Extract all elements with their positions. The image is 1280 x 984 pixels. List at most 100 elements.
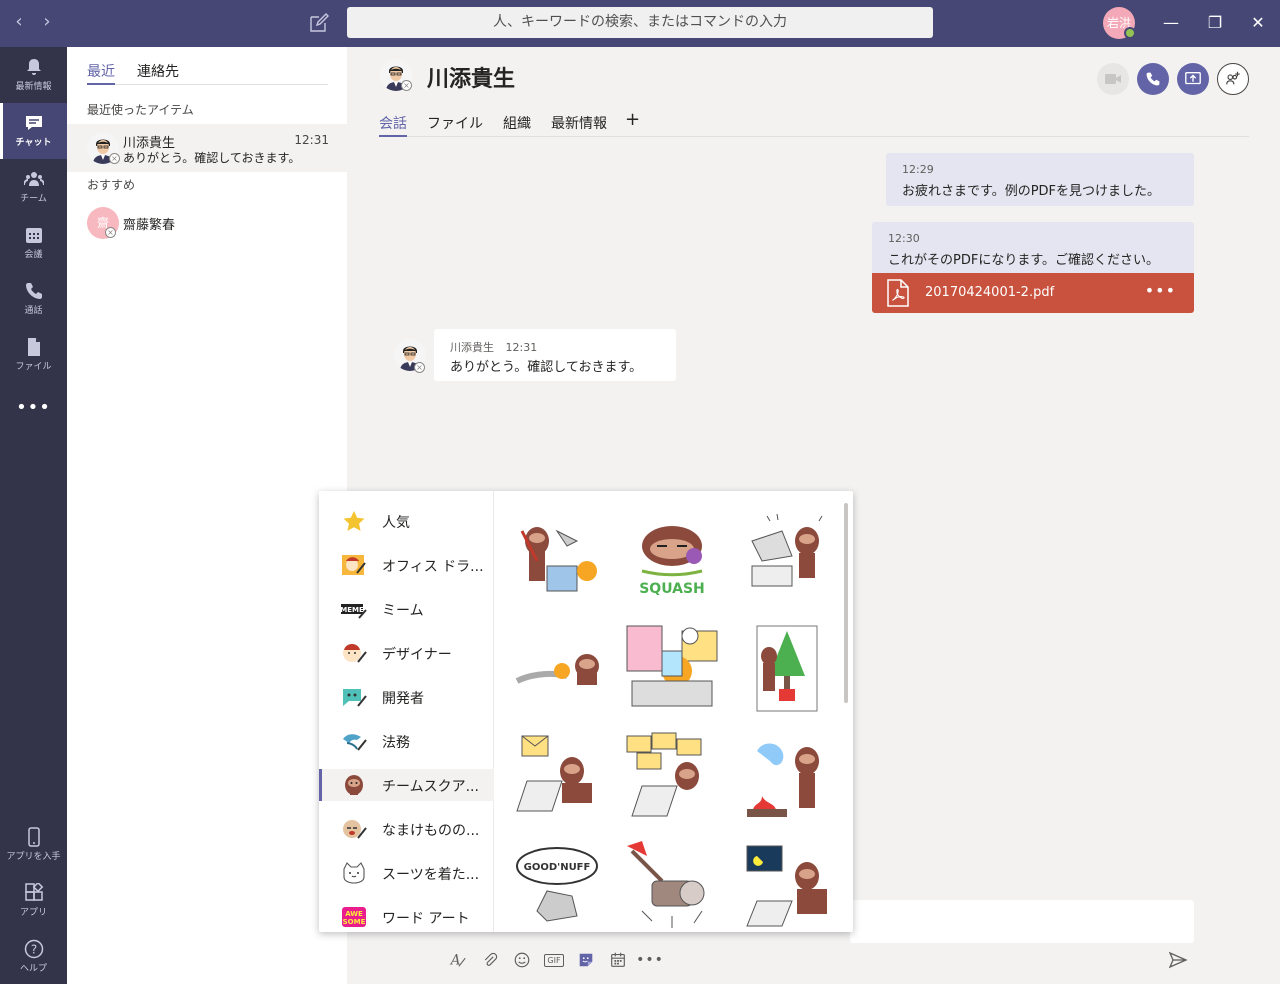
- sticker-picker: 人気 オフィス ドラ... MEME ミーム デザイナー 開発者 法務 チームス…: [319, 491, 853, 932]
- rail-apps[interactable]: アプリ: [0, 873, 67, 929]
- rail-label: ファイル: [15, 362, 52, 372]
- presence-offline-icon: ×: [109, 153, 120, 164]
- message-text: これがそのPDFになります。ご確認ください。: [888, 253, 1160, 268]
- emoji-icon[interactable]: [511, 950, 533, 970]
- restore-icon[interactable]: ❐: [1204, 12, 1226, 34]
- rail-label: ヘルプ: [19, 964, 47, 974]
- audio-call-button[interactable]: [1137, 63, 1169, 95]
- svg-text:GOOD'NUFF: GOOD'NUFF: [524, 862, 591, 873]
- conversation-header: × 川添貴生 会話 ファイル 組織 最新情報 +: [347, 47, 1280, 139]
- developer-icon: [343, 689, 367, 707]
- message-time: 12:30: [888, 232, 920, 245]
- add-people-button[interactable]: [1217, 63, 1249, 95]
- sticker-category-popular[interactable]: 人気: [319, 505, 494, 537]
- tab-conversation[interactable]: 会話: [379, 113, 407, 137]
- forward-icon[interactable]: ›: [35, 10, 59, 34]
- legal-icon: [343, 734, 367, 751]
- sticker-category-label: スーツを着た...: [382, 867, 480, 883]
- sticker-category-suits[interactable]: スーツを着た...: [319, 857, 494, 889]
- tab-contacts[interactable]: 連絡先: [137, 61, 179, 85]
- message-input[interactable]: [850, 900, 1194, 943]
- svg-text:MEME: MEME: [341, 606, 364, 614]
- attach-icon[interactable]: [479, 950, 501, 970]
- rail-activity[interactable]: 最新情報: [0, 47, 67, 103]
- sticker-category-label: 開発者: [382, 691, 424, 707]
- more-icon[interactable]: •••: [636, 950, 663, 970]
- sticker-icon[interactable]: [575, 950, 597, 970]
- sloth-squash-sticker[interactable]: SQUASH: [622, 511, 722, 606]
- presence-available-icon: [1124, 27, 1136, 39]
- tab-activity[interactable]: 最新情報: [551, 113, 607, 137]
- search-input[interactable]: 人、キーワードの検索、またはコマンドの入力: [347, 7, 933, 38]
- rail-chat[interactable]: チャット: [0, 103, 67, 159]
- rail-help[interactable]: ? ヘルプ: [0, 929, 67, 984]
- tab-recent[interactable]: 最近: [87, 61, 115, 85]
- rail-files[interactable]: ファイル: [0, 327, 67, 383]
- sticker-category-word-art[interactable]: AWE SOME ワード アート: [319, 901, 494, 932]
- gif-icon[interactable]: GIF: [543, 950, 565, 970]
- pdf-attachment[interactable]: 20170424001-2.pdf •••: [872, 273, 1194, 313]
- file-icon: [27, 338, 40, 356]
- share-screen-button[interactable]: [1177, 63, 1209, 95]
- add-tab-button[interactable]: +: [625, 109, 640, 133]
- help-icon: ?: [24, 939, 43, 959]
- sloth-laptop-email-sticker[interactable]: [507, 731, 607, 826]
- sloth-collapse-sticker[interactable]: [507, 621, 607, 716]
- video-call-button[interactable]: [1097, 63, 1129, 95]
- conversation-title: 川添貴生: [427, 67, 516, 92]
- chat-item[interactable]: 齋 × 齋藤繁春: [67, 198, 347, 246]
- sticker-scrollbar[interactable]: [844, 503, 848, 703]
- message-bubble[interactable]: 12:30 これがそのPDFになります。ご確認ください。: [872, 222, 1194, 274]
- sloth-smash-printer-sticker[interactable]: [507, 511, 607, 606]
- sticker-category-meme[interactable]: MEME ミーム: [319, 593, 494, 625]
- phone-icon: [1146, 72, 1160, 86]
- mobile-icon: [27, 827, 40, 847]
- rail-label: 通話: [24, 306, 43, 316]
- message-time: 12:29: [902, 163, 934, 176]
- send-icon[interactable]: [1168, 950, 1188, 970]
- meeting-icon[interactable]: [607, 950, 629, 970]
- sticker-category-label: チームスクア...: [382, 779, 479, 795]
- chat-item[interactable]: × 川添貴生 12:31 ありがとう。確認しておきます。: [67, 124, 347, 172]
- sticker-category-team-squad[interactable]: チームスクア...: [319, 769, 494, 801]
- sticker-category-label: ワード アート: [382, 911, 470, 927]
- sloth-tree-sticker[interactable]: [737, 621, 837, 716]
- back-icon[interactable]: ‹: [7, 10, 31, 34]
- video-icon: [1105, 74, 1121, 84]
- rail-calls[interactable]: 通話: [0, 271, 67, 327]
- close-icon[interactable]: ✕: [1247, 12, 1269, 34]
- rail-meetings[interactable]: 会議: [0, 215, 67, 271]
- compose-icon[interactable]: [307, 11, 331, 35]
- sloth-frustrated-laptop-sticker[interactable]: [737, 511, 837, 606]
- sloth-fire-sticker[interactable]: [737, 731, 837, 826]
- sticker-category-office-drama[interactable]: オフィス ドラ...: [319, 549, 494, 581]
- more-options-icon[interactable]: •••: [1145, 281, 1176, 300]
- chat-list-pane: 最近 連絡先 最近使ったアイテム × 川添貴生 12:31 ありがとう。確認して…: [67, 47, 347, 984]
- sloth-many-emails-sticker[interactable]: [622, 731, 722, 826]
- rail-teams[interactable]: チーム: [0, 159, 67, 215]
- format-icon[interactable]: A: [447, 950, 469, 970]
- sticker-category-list: 人気 オフィス ドラ... MEME ミーム デザイナー 開発者 法務 チームス…: [319, 491, 494, 932]
- good-nuff-sticker[interactable]: GOOD'NUFF: [507, 841, 607, 932]
- message-bubble[interactable]: 12:29 お疲れさまです。例のPDFを見つけました。: [886, 153, 1194, 206]
- add-people-icon: [1226, 71, 1240, 85]
- minimize-icon[interactable]: —: [1160, 12, 1182, 34]
- sloth-night-laptop-sticker[interactable]: [737, 841, 837, 932]
- message-bubble[interactable]: 川添貴生 12:31 ありがとう。確認しておきます。: [434, 329, 676, 381]
- tab-organization[interactable]: 組織: [503, 113, 531, 137]
- sticker-category-developer[interactable]: 開発者: [319, 681, 494, 713]
- tab-files[interactable]: ファイル: [427, 113, 483, 137]
- more-apps-icon[interactable]: •••: [0, 397, 67, 418]
- presence-offline-icon: ×: [105, 227, 116, 238]
- presence-offline-icon: ×: [414, 362, 425, 373]
- star-icon: [343, 511, 365, 531]
- rail-get-app[interactable]: アプリを入手: [0, 817, 67, 873]
- designer-icon: [343, 644, 367, 663]
- sticker-category-lazy[interactable]: なまけものの...: [319, 813, 494, 845]
- sticker-category-designer[interactable]: デザイナー: [319, 637, 494, 669]
- messy-office-sticker[interactable]: [622, 621, 722, 716]
- axe-log-sticker[interactable]: [622, 841, 722, 932]
- sticker-category-legal[interactable]: 法務: [319, 725, 494, 757]
- rail-label: チャット: [15, 138, 52, 148]
- sticker-category-label: 人気: [382, 515, 410, 531]
